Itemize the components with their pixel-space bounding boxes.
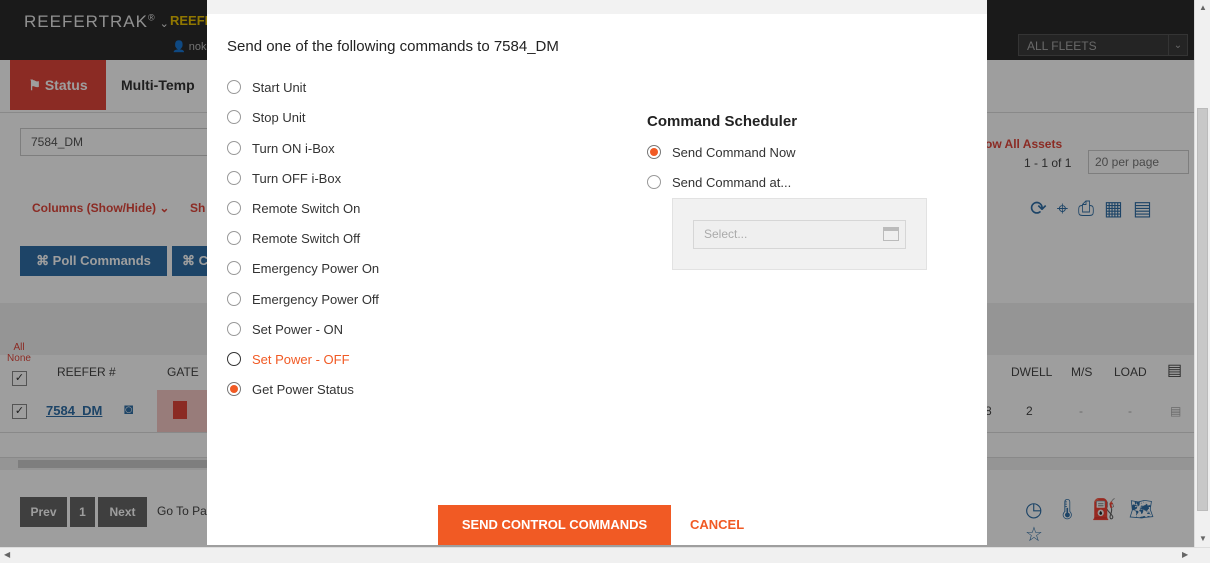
command-radio[interactable] bbox=[227, 231, 241, 245]
schedule-panel: Select... bbox=[672, 198, 927, 270]
page-horizontal-scrollbar[interactable]: ◀ ▶ bbox=[0, 547, 1210, 563]
scroll-down-icon[interactable]: ▼ bbox=[1199, 534, 1207, 543]
calendar-icon[interactable] bbox=[883, 227, 899, 241]
scroll-left-icon[interactable]: ◀ bbox=[4, 550, 10, 559]
scrollbar-thumb[interactable] bbox=[1197, 108, 1208, 511]
command-label[interactable]: Turn OFF i-Box bbox=[252, 171, 341, 186]
command-label[interactable]: Get Power Status bbox=[252, 382, 354, 397]
command-label[interactable]: Stop Unit bbox=[252, 110, 305, 125]
command-radio[interactable] bbox=[227, 322, 241, 336]
send-commands-modal: Send one of the following commands to 75… bbox=[207, 0, 987, 545]
command-radio[interactable] bbox=[227, 261, 241, 275]
command-label[interactable]: Set Power - OFF bbox=[252, 352, 350, 367]
command-label[interactable]: Emergency Power Off bbox=[252, 292, 379, 307]
cancel-button[interactable]: CANCEL bbox=[690, 517, 744, 532]
command-radio[interactable] bbox=[227, 352, 241, 366]
command-radio[interactable] bbox=[227, 382, 241, 396]
command-label[interactable]: Start Unit bbox=[252, 80, 306, 95]
modal-title: Send one of the following commands to 75… bbox=[227, 38, 559, 55]
send-now-label[interactable]: Send Command Now bbox=[672, 145, 796, 160]
command-radio[interactable] bbox=[227, 141, 241, 155]
command-radio[interactable] bbox=[227, 110, 241, 124]
send-now-radio[interactable] bbox=[647, 145, 661, 159]
page-vertical-scrollbar[interactable]: ▲ ▼ bbox=[1194, 0, 1210, 547]
modal-header-strip bbox=[207, 0, 987, 14]
command-label[interactable]: Set Power - ON bbox=[252, 322, 343, 337]
command-radio[interactable] bbox=[227, 80, 241, 94]
scroll-up-icon[interactable]: ▲ bbox=[1199, 3, 1207, 12]
command-radio[interactable] bbox=[227, 171, 241, 185]
command-radio[interactable] bbox=[227, 201, 241, 215]
send-at-radio[interactable] bbox=[647, 175, 661, 189]
command-label[interactable]: Remote Switch Off bbox=[252, 231, 360, 246]
send-at-label[interactable]: Send Command at... bbox=[672, 175, 791, 190]
scroll-right-icon[interactable]: ▶ bbox=[1182, 550, 1188, 559]
command-label[interactable]: Remote Switch On bbox=[252, 201, 360, 216]
schedule-date-input[interactable]: Select... bbox=[693, 220, 906, 249]
command-label[interactable]: Emergency Power On bbox=[252, 261, 379, 276]
command-scheduler-title: Command Scheduler bbox=[647, 113, 798, 130]
command-label[interactable]: Turn ON i-Box bbox=[252, 141, 335, 156]
command-radio[interactable] bbox=[227, 292, 241, 306]
send-control-commands-button[interactable]: SEND CONTROL COMMANDS bbox=[438, 505, 671, 545]
